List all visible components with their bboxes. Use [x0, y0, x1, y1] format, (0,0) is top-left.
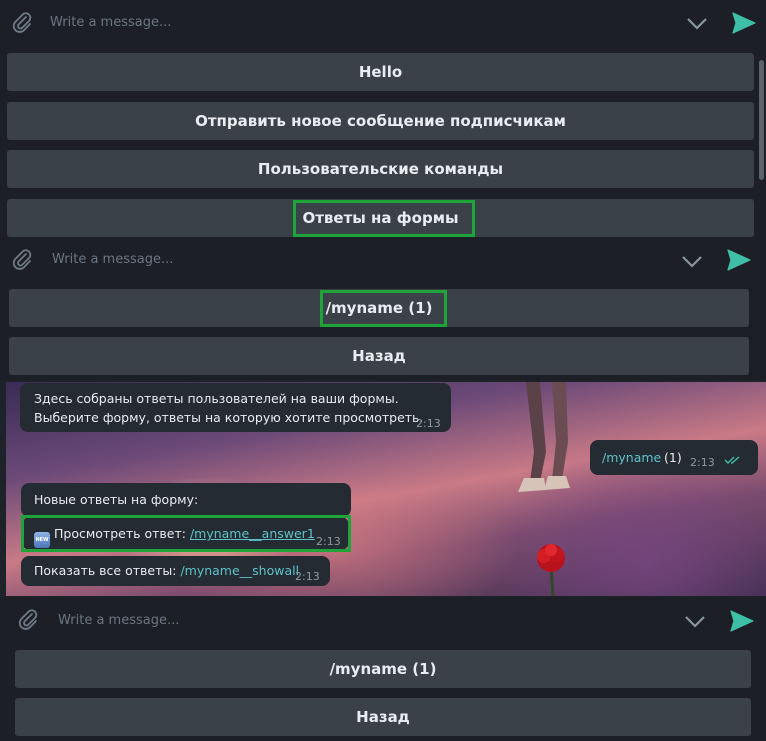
paperclip-icon[interactable] — [10, 248, 34, 272]
message-text: Новые ответы на форму: — [34, 492, 199, 507]
message-input-row: Write a message... — [0, 0, 766, 46]
message-input[interactable]: Write a message... — [58, 613, 179, 628]
message-time: 2:13 — [295, 570, 320, 583]
send-icon[interactable] — [732, 12, 756, 34]
message-bubble-outgoing: /myname (1) 2:13 — [590, 440, 758, 475]
highlight-box — [293, 200, 475, 237]
keyboard-button-hello[interactable]: Hello — [7, 53, 754, 91]
chat-area: Здесь собраны ответы пользователей на ва… — [6, 382, 766, 596]
message-time: 2:13 — [690, 456, 715, 469]
highlight-box — [21, 515, 351, 552]
keyboard-button-custom-commands[interactable]: Пользовательские команды — [7, 150, 754, 188]
message-input[interactable]: Write a message... — [50, 15, 171, 30]
chevron-down-icon[interactable] — [684, 615, 706, 629]
background-figure — [518, 382, 570, 492]
message-input[interactable]: Write a message... — [52, 252, 173, 267]
keyboard-button-back[interactable]: Назад — [15, 698, 751, 736]
message-input-row: Write a message... — [0, 238, 766, 284]
message-input-row: Write a message... — [0, 597, 766, 643]
command-link[interactable]: /myname — [602, 448, 661, 467]
highlight-box — [320, 290, 447, 327]
message-bubble-intro: Здесь собраны ответы пользователей на ва… — [20, 383, 451, 432]
chevron-down-icon[interactable] — [681, 255, 703, 269]
send-icon[interactable] — [727, 249, 751, 271]
message-prefix: Показать все ответы: — [34, 563, 177, 578]
keyboard-button-myname[interactable]: /myname (1) — [15, 650, 751, 688]
message-bubble-new-answers: Новые ответы на форму: — [21, 483, 351, 517]
double-check-icon — [724, 456, 740, 464]
keyboard-panel-top: Write a message... Hello Отправить новое… — [0, 0, 766, 240]
rose-icon — [537, 544, 565, 596]
message-bubble-show-all: Показать все ответы: /myname__showall 2:… — [21, 556, 330, 586]
paperclip-icon[interactable] — [10, 11, 34, 35]
keyboard-button-send-message[interactable]: Отправить новое сообщение подписчикам — [7, 102, 754, 140]
keyboard-panel-middle: Write a message... /myname (1) Назад — [0, 238, 766, 380]
message-line: Показать все ответы: /myname__showall — [34, 561, 299, 580]
message-time: 2:13 — [416, 417, 441, 430]
scrollbar[interactable] — [759, 60, 764, 180]
send-icon[interactable] — [730, 610, 754, 632]
keyboard-button-back[interactable]: Назад — [9, 337, 749, 375]
message-text-line: Выберите форму, ответы на которую хотите… — [34, 410, 424, 425]
show-all-link[interactable]: /myname__showall — [180, 563, 299, 578]
chevron-down-icon[interactable] — [686, 17, 708, 31]
paperclip-icon[interactable] — [16, 608, 40, 632]
message-text-line: Здесь собраны ответы пользователей на ва… — [34, 391, 399, 406]
keyboard-panel-bottom: Write a message... /myname (1) Назад — [0, 597, 766, 741]
command-suffix: (1) — [664, 450, 682, 465]
